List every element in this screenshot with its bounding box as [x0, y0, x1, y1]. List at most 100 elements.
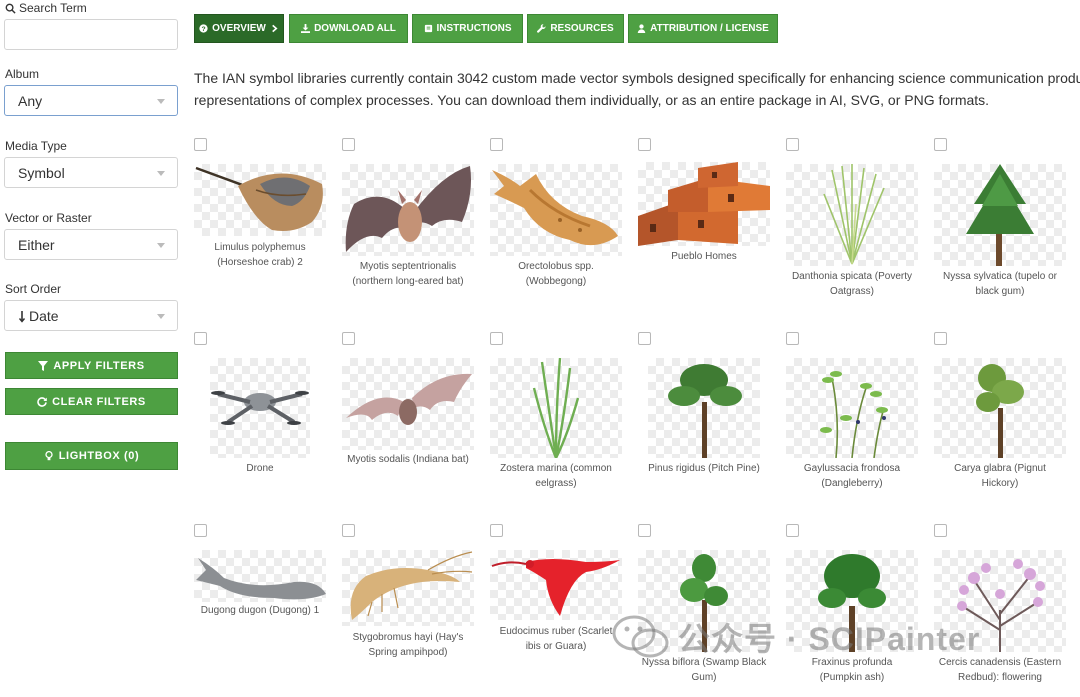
symbol-thumbnail[interactable] — [194, 164, 326, 236]
symbol-card[interactable]: Stygobromus hayi (Hay's Spring ampihpod) — [342, 524, 474, 664]
symbol-thumbnail[interactable] — [490, 358, 622, 458]
pine-tree-image — [668, 364, 742, 458]
symbol-card[interactable]: Pinus rigidus (Pitch Pine) — [638, 332, 770, 482]
sort-order-label: Sort Order — [5, 282, 62, 296]
bat-image — [346, 373, 472, 425]
select-checkbox[interactable] — [194, 138, 207, 151]
symbol-caption-line-2: Redbud): flowering — [958, 671, 1042, 683]
album-select[interactable]: Any — [4, 85, 178, 116]
symbol-card[interactable]: Myotis sodalis (Indiana bat) — [342, 332, 474, 472]
lightbulb-icon — [45, 451, 53, 461]
dugong-image — [196, 558, 326, 600]
symbol-caption: Danthonia spicata (Poverty Oatgrass) — [786, 270, 918, 299]
symbol-caption-line-2: Spring ampihpod) — [368, 646, 448, 658]
tab-resources[interactable]: RESOURCES — [527, 14, 624, 43]
select-checkbox[interactable] — [934, 332, 947, 345]
lightbox-button[interactable]: LIGHTBOX (0) — [5, 442, 178, 470]
vector-raster-value: Either — [18, 237, 55, 253]
symbol-thumbnail[interactable] — [648, 358, 760, 458]
symbol-thumbnail[interactable] — [490, 164, 622, 256]
symbol-card[interactable]: Pueblo Homes — [638, 138, 770, 273]
symbol-card[interactable]: Dugong dugon (Dugong) 1 — [194, 524, 326, 624]
symbol-caption: Nyssa sylvatica (tupelo or black gum) — [934, 270, 1066, 299]
symbol-caption-line-1: Myotis sodalis (Indiana bat) — [347, 454, 469, 465]
book-icon — [424, 24, 432, 33]
symbol-card[interactable]: Drone — [194, 332, 326, 482]
select-checkbox[interactable] — [194, 332, 207, 345]
svg-text:?: ? — [202, 26, 206, 33]
symbol-thumbnail[interactable] — [934, 164, 1066, 266]
symbol-caption-line-2: (Wobbegong) — [525, 275, 587, 287]
symbol-card[interactable]: Gaylussacia frondosa (Dangleberry) — [786, 332, 918, 492]
wechat-icon — [612, 615, 669, 658]
symbol-card[interactable]: Zostera marina (common eelgrass) — [490, 332, 622, 492]
select-checkbox[interactable] — [934, 524, 947, 537]
symbol-thumbnail[interactable] — [638, 162, 770, 246]
symbol-thumbnail[interactable] — [786, 164, 918, 266]
watermark-text: 公众号 · SCIPainter — [678, 621, 981, 657]
symbol-card[interactable]: Orectolobus spp. (Wobbegong) — [490, 138, 622, 293]
select-checkbox[interactable] — [490, 524, 503, 537]
tab-attribution-license[interactable]: ATTRIBUTION / LICENSE — [628, 14, 778, 43]
symbol-thumbnail[interactable] — [210, 358, 310, 458]
symbol-card[interactable]: Cercis canadensis (Eastern Redbud): flow… — [934, 524, 1066, 689]
symbol-caption: Nyssa biflora (Swamp Black Gum) — [638, 656, 770, 685]
symbol-thumbnail[interactable] — [934, 358, 1066, 458]
symbol-thumbnail[interactable] — [342, 358, 474, 450]
media-type-value: Symbol — [18, 165, 65, 181]
symbol-card[interactable]: Myotis septentrionalis (northern long-ea… — [342, 138, 474, 293]
select-checkbox[interactable] — [194, 524, 207, 537]
symbol-card[interactable]: Fraxinus profunda (Pumpkin ash) — [786, 524, 918, 689]
tab-resources-label: RESOURCES — [550, 23, 614, 34]
select-checkbox[interactable] — [786, 524, 799, 537]
select-checkbox[interactable] — [638, 332, 651, 345]
symbol-thumbnail[interactable] — [786, 358, 918, 458]
album-label: Album — [5, 67, 40, 81]
clear-filters-label: CLEAR FILTERS — [52, 395, 146, 408]
media-type-select[interactable]: Symbol — [4, 157, 178, 188]
bat-image — [345, 166, 471, 252]
symbol-thumbnail[interactable] — [490, 550, 622, 620]
select-checkbox[interactable] — [490, 138, 503, 151]
symbol-card[interactable]: Limulus polyphemus (Horseshoe crab) 2 — [194, 138, 326, 273]
refresh-icon — [37, 396, 47, 407]
symbol-caption-line-2: Gum) — [691, 671, 717, 683]
user-icon — [637, 24, 646, 33]
select-checkbox[interactable] — [638, 524, 651, 537]
tab-instructions-label: INSTRUCTIONS — [436, 23, 512, 34]
symbol-card[interactable]: Eudocimus ruber (Scarlet ibis or Guara) — [490, 524, 622, 654]
symbol-card[interactable]: Carya glabra (Pignut Hickory) — [934, 332, 1066, 492]
vector-raster-select[interactable]: Either — [4, 229, 178, 260]
horseshoe-crab-image — [195, 166, 323, 231]
wobbegong-image — [492, 170, 618, 246]
symbol-caption: Limulus polyphemus (Horseshoe crab) 2 — [194, 241, 326, 270]
select-checkbox[interactable] — [786, 138, 799, 151]
select-checkbox[interactable] — [934, 138, 947, 151]
select-checkbox[interactable] — [786, 332, 799, 345]
select-checkbox[interactable] — [342, 524, 355, 537]
symbol-thumbnail[interactable] — [342, 164, 474, 256]
symbol-thumbnail[interactable] — [342, 550, 474, 626]
symbol-card[interactable]: Nyssa biflora (Swamp Black Gum) — [638, 524, 770, 689]
search-input[interactable] — [4, 19, 178, 50]
tab-instructions[interactable]: INSTRUCTIONS — [412, 14, 523, 43]
clear-filters-button[interactable]: CLEAR FILTERS — [5, 388, 178, 415]
select-checkbox[interactable] — [342, 138, 355, 151]
symbol-caption-line-1: Nyssa sylvatica (tupelo or — [943, 271, 1057, 282]
symbol-card[interactable]: Nyssa sylvatica (tupelo or black gum) — [934, 138, 1066, 303]
tab-download-all[interactable]: DOWNLOAD ALL — [289, 14, 408, 43]
apply-filters-button[interactable]: APPLY FILTERS — [5, 352, 178, 379]
select-checkbox[interactable] — [638, 138, 651, 151]
tree-image — [966, 164, 1034, 266]
select-checkbox[interactable] — [342, 332, 355, 345]
symbol-caption-line-1: Zostera marina (common — [500, 463, 612, 474]
symbol-caption-line-2: Hickory) — [981, 477, 1019, 489]
select-checkbox[interactable] — [490, 332, 503, 345]
tab-overview[interactable]: ? OVERVIEW — [194, 14, 284, 43]
sort-order-select[interactable]: Date — [4, 300, 178, 331]
symbol-caption: Zostera marina (common eelgrass) — [490, 462, 622, 491]
chevron-down-icon — [157, 243, 165, 248]
symbol-caption-line-2: (Pumpkin ash) — [819, 671, 885, 683]
symbol-card[interactable]: Danthonia spicata (Poverty Oatgrass) — [786, 138, 918, 303]
symbol-thumbnail[interactable] — [194, 550, 326, 602]
